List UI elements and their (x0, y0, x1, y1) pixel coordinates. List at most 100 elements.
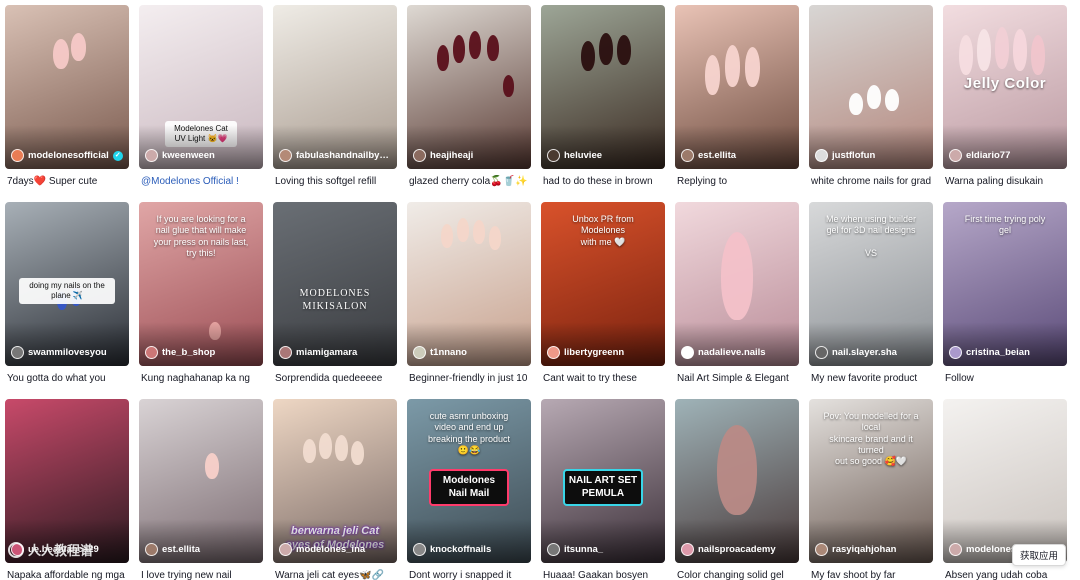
video-author[interactable]: knockoffnails (413, 543, 527, 556)
video-thumbnail[interactable]: nailsproacademy (675, 399, 799, 563)
video-author[interactable]: the_b_shop (145, 346, 259, 359)
video-card[interactable]: NAIL ART SET PEMULA itsunna_ Huaaa! Gaakan… (541, 399, 665, 580)
avatar[interactable] (413, 149, 426, 162)
video-thumbnail[interactable]: Unbox PR from Modelones with me 🤍 liberty… (541, 202, 665, 366)
video-caption[interactable]: Cant wait to try these (541, 372, 665, 385)
video-thumbnail[interactable]: berwarna jeli Cat eyes of Modelonesmodel… (273, 399, 397, 563)
author-name[interactable]: miamigamara (296, 347, 357, 358)
avatar[interactable] (547, 543, 560, 556)
video-caption[interactable]: glazed cherry cola🍒🥤✨ (407, 175, 531, 188)
video-author[interactable]: itsunna_ (547, 543, 661, 556)
video-author[interactable]: est.ellita (145, 543, 259, 556)
video-caption[interactable]: Sorprendida quedeeeee (273, 372, 397, 385)
video-thumbnail[interactable]: ue.beabianca29 (5, 399, 129, 563)
avatar[interactable] (815, 346, 828, 359)
avatar[interactable] (279, 346, 292, 359)
avatar[interactable] (145, 346, 158, 359)
author-name[interactable]: knockoffnails (430, 544, 491, 555)
video-card[interactable]: Pov: You modelled for a local skincare b… (809, 399, 933, 580)
video-author[interactable]: nail.slayer.sha (815, 346, 929, 359)
video-author[interactable]: swammilovesyou (11, 346, 125, 359)
avatar[interactable] (145, 149, 158, 162)
author-name[interactable]: nail.slayer.sha (832, 347, 897, 358)
video-thumbnail[interactable]: nadalieve.nails (675, 202, 799, 366)
video-caption[interactable]: white chrome nails for grad (809, 175, 933, 188)
author-name[interactable]: modelonesofficial (28, 150, 109, 161)
video-caption[interactable]: Napaka affordable ng mga (5, 569, 129, 580)
avatar[interactable] (11, 149, 24, 162)
video-caption[interactable]: I love trying new nail (139, 569, 263, 580)
video-card[interactable]: First time trying poly gel cristina_beian… (943, 202, 1067, 389)
video-author[interactable]: libertygreenn (547, 346, 661, 359)
video-caption[interactable]: You gotta do what you (5, 372, 129, 385)
author-name[interactable]: est.ellita (698, 150, 736, 161)
avatar[interactable] (413, 346, 426, 359)
video-caption[interactable]: Dont worry i snapped it (407, 569, 531, 580)
video-card[interactable]: Jelly Color eldiario77 Warna paling disuka… (943, 5, 1067, 192)
video-thumbnail[interactable]: Jelly Color eldiario77 (943, 5, 1067, 169)
video-author[interactable]: kweenween (145, 149, 259, 162)
video-caption[interactable]: had to do these in brown (541, 175, 665, 188)
video-card[interactable]: est.ellita Replying to (675, 5, 799, 192)
author-name[interactable]: fabulashandnailby… (296, 150, 389, 161)
video-caption[interactable]: Follow (943, 372, 1067, 385)
avatar[interactable] (949, 346, 962, 359)
avatar[interactable] (681, 149, 694, 162)
video-author[interactable]: fabulashandnailby… (279, 149, 393, 162)
video-card[interactable]: est.ellita I love trying new nail (139, 399, 263, 580)
avatar[interactable] (11, 346, 24, 359)
video-card[interactable]: cute asmr unboxing video and end up brea… (407, 399, 531, 580)
video-caption[interactable]: Replying to (675, 175, 799, 188)
avatar[interactable] (815, 149, 828, 162)
video-caption[interactable]: My fav shoot by far (809, 569, 933, 580)
video-author[interactable]: justflofun (815, 149, 929, 162)
video-card[interactable]: justflofun white chrome nails for grad (809, 5, 933, 192)
author-name[interactable]: nailsproacademy (698, 544, 776, 555)
avatar[interactable] (145, 543, 158, 556)
video-caption[interactable]: Huaaa! Gaakan bosyen (541, 569, 665, 580)
video-caption[interactable]: Color changing solid gel (675, 569, 799, 580)
avatar[interactable] (547, 149, 560, 162)
video-thumbnail[interactable]: modelones_ina (943, 399, 1067, 563)
video-thumbnail[interactable]: est.ellita (675, 5, 799, 169)
author-name[interactable]: nadalieve.nails (698, 347, 766, 358)
video-author[interactable]: miamigamara (279, 346, 393, 359)
video-caption[interactable]: Warna jeli cat eyes🦋🔗 (273, 569, 397, 580)
author-name[interactable]: t1nnano (430, 347, 467, 358)
video-thumbnail[interactable]: MODELONES MIKISALON miamigamara (273, 202, 397, 366)
avatar[interactable] (949, 543, 962, 556)
video-thumbnail[interactable]: est.ellita (139, 399, 263, 563)
video-author[interactable]: heluviee (547, 149, 661, 162)
video-thumbnail[interactable]: NAIL ART SET PEMULA itsunna_ (541, 399, 665, 563)
video-card[interactable]: nadalieve.nails Nail Art Simple & Elegant (675, 202, 799, 389)
video-thumbnail[interactable]: Me when using builder gel for 3D nail de… (809, 202, 933, 366)
avatar[interactable] (279, 543, 292, 556)
avatar[interactable] (949, 149, 962, 162)
avatar[interactable] (815, 543, 828, 556)
author-name[interactable]: itsunna_ (564, 544, 603, 555)
video-caption[interactable]: Beginner-friendly in just 10 (407, 372, 531, 385)
video-thumbnail[interactable]: If you are looking for a nail glue that … (139, 202, 263, 366)
video-card[interactable]: modelonesofficial ✓ 7days❤️ Super cute (5, 5, 129, 192)
author-name[interactable]: eldiario77 (966, 150, 1010, 161)
video-card[interactable]: heajiheaji glazed cherry cola🍒🥤✨ (407, 5, 531, 192)
video-author[interactable]: t1nnano (413, 346, 527, 359)
video-caption[interactable]: Kung naghahanap ka ng (139, 372, 263, 385)
video-thumbnail[interactable]: Pov: You modelled for a local skincare b… (809, 399, 933, 563)
video-thumbnail[interactable]: First time trying poly gel cristina_beian (943, 202, 1067, 366)
author-name[interactable]: heajiheaji (430, 150, 473, 161)
avatar[interactable] (681, 346, 694, 359)
video-thumbnail[interactable]: doing my nails on the plane ✈️ swammilove… (5, 202, 129, 366)
author-name[interactable]: the_b_shop (162, 347, 215, 358)
video-author[interactable]: cristina_beian (949, 346, 1063, 359)
avatar[interactable] (279, 149, 292, 162)
video-card[interactable]: doing my nails on the plane ✈️ swammilove… (5, 202, 129, 389)
video-card[interactable]: heluviee had to do these in brown (541, 5, 665, 192)
video-author[interactable]: nailsproacademy (681, 543, 795, 556)
video-caption[interactable]: Nail Art Simple & Elegant (675, 372, 799, 385)
avatar[interactable] (681, 543, 694, 556)
video-author[interactable]: heajiheaji (413, 149, 527, 162)
author-name[interactable]: cristina_beian (966, 347, 1030, 358)
video-card[interactable]: nailsproacademy Color changing solid gel (675, 399, 799, 580)
video-card[interactable]: If you are looking for a nail glue that … (139, 202, 263, 389)
